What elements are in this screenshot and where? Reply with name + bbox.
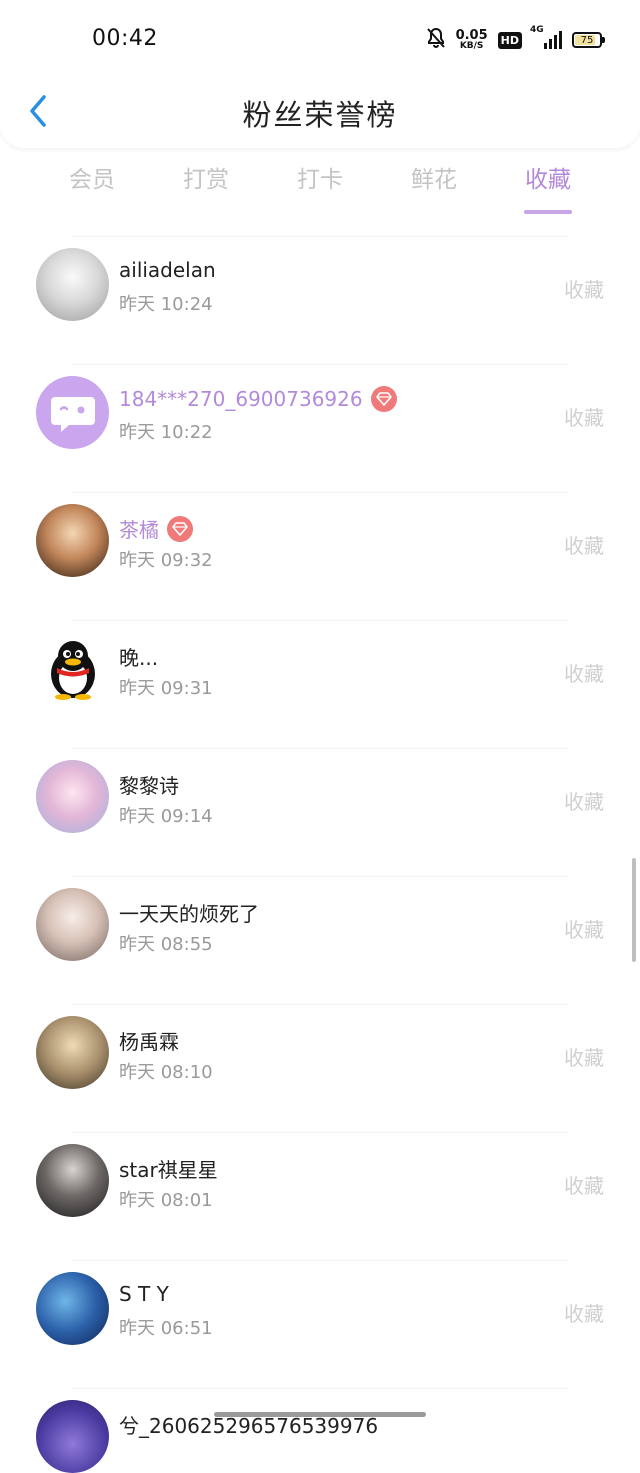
net-speed: 0.05 KB/S xyxy=(456,29,488,51)
signal-icon: 4G xyxy=(530,25,562,49)
list-item[interactable]: 184***270_6900736926 昨天 10:22 收藏 xyxy=(0,364,640,492)
fan-time: 昨天 09:32 xyxy=(119,550,213,571)
avatar[interactable] xyxy=(36,1272,109,1345)
battery-level: 75 xyxy=(580,34,594,46)
divider xyxy=(72,364,568,365)
list-item[interactable]: 兮_2606252965765399​76 xyxy=(0,1388,640,1473)
action-label: 收藏 xyxy=(564,918,604,942)
avatar[interactable] xyxy=(36,1016,109,1089)
fan-name: 184***270_6900736926 xyxy=(119,387,363,411)
divider xyxy=(72,620,568,621)
list-item[interactable]: star祺星星 昨天 08:01 收藏 xyxy=(0,1132,640,1260)
fan-time: 昨天 09:31 xyxy=(119,678,213,699)
chat-bubble-icon xyxy=(50,396,95,432)
divider xyxy=(72,748,568,749)
fan-time: 昨天 08:10 xyxy=(119,1062,213,1083)
fan-name: star祺星星 xyxy=(119,1158,218,1182)
status-time: 00:42 xyxy=(92,26,158,51)
fan-time: 昨天 06:51 xyxy=(119,1318,213,1339)
diamond-badge-icon xyxy=(370,386,397,412)
action-label: 收藏 xyxy=(564,790,604,814)
list-item[interactable]: 晚... 昨天 09:31 收藏 xyxy=(0,620,640,748)
battery-icon: 75 xyxy=(572,32,605,48)
penguin-icon xyxy=(50,640,95,700)
avatar[interactable] xyxy=(36,760,109,833)
network-type: 4G xyxy=(530,25,544,35)
action-label: 收藏 xyxy=(564,662,604,686)
list-item[interactable]: 杨禹霖 昨天 08:10 收藏 xyxy=(0,1004,640,1132)
list-item[interactable]: 黎黎诗 昨天 09:14 收藏 xyxy=(0,748,640,876)
header: 粉丝荣誉榜 xyxy=(0,68,640,148)
tab-reward[interactable]: 打赏 xyxy=(156,160,256,194)
divider xyxy=(72,492,568,493)
home-indicator[interactable] xyxy=(214,1412,426,1417)
action-label: 收藏 xyxy=(564,1174,604,1198)
avatar[interactable] xyxy=(36,888,109,961)
divider xyxy=(72,876,568,877)
action-label: 收藏 xyxy=(564,1302,604,1326)
divider xyxy=(72,1132,568,1133)
fan-time: 昨天 09:14 xyxy=(119,806,213,827)
fan-name: 茶橘 xyxy=(119,518,159,542)
active-tab-indicator xyxy=(524,210,572,214)
list-item[interactable]: 一天天的烦死了 昨天 08:55 收藏 xyxy=(0,876,640,1004)
page-title: 粉丝荣誉榜 xyxy=(242,98,398,132)
action-label: 收藏 xyxy=(564,534,604,558)
hd-badge: HD xyxy=(497,31,522,49)
fan-name: 杨禹霖 xyxy=(119,1030,179,1054)
fan-time: 昨天 10:24 xyxy=(119,294,213,315)
tab-checkin[interactable]: 打卡 xyxy=(270,160,370,194)
fan-time: 昨天 08:55 xyxy=(119,934,213,955)
action-label: 收藏 xyxy=(564,278,604,302)
mute-bell-icon xyxy=(426,27,446,53)
fan-name: ailiadelan xyxy=(119,258,216,282)
avatar[interactable] xyxy=(36,632,109,705)
tab-favorites[interactable]: 收藏 xyxy=(498,160,598,194)
fan-time: 昨天 10:22 xyxy=(119,422,213,443)
fan-name: 黎黎诗 xyxy=(119,774,179,798)
net-speed-unit: KB/S xyxy=(459,41,484,51)
action-label: 收藏 xyxy=(564,1046,604,1070)
fan-name: 一天天的烦死了 xyxy=(119,902,259,926)
status-icons: 0.05 KB/S HD 4G 75 xyxy=(426,25,605,54)
tab-member[interactable]: 会员 xyxy=(42,160,142,194)
avatar[interactable] xyxy=(36,1144,109,1217)
divider xyxy=(72,236,568,237)
list-item[interactable]: S T Y 昨天 06:51 收藏 xyxy=(0,1260,640,1388)
divider xyxy=(72,1388,568,1389)
diamond-badge-icon xyxy=(167,515,193,542)
scrollbar[interactable] xyxy=(632,858,636,962)
avatar[interactable] xyxy=(36,376,109,449)
list-item[interactable]: ailiadelan 昨天 10:24 收藏 xyxy=(0,236,640,364)
list-item[interactable]: 茶橘 昨天 09:32 收藏 xyxy=(0,492,640,620)
action-label: 收藏 xyxy=(564,406,604,430)
tab-bar: 会员 打赏 打卡 鲜花 收藏 xyxy=(0,160,640,220)
avatar[interactable] xyxy=(36,248,109,321)
fan-name: 晚... xyxy=(119,646,159,670)
tab-flowers[interactable]: 鲜花 xyxy=(384,160,484,194)
fan-time: 昨天 08:01 xyxy=(119,1190,213,1211)
divider xyxy=(72,1004,568,1005)
divider xyxy=(72,1260,568,1261)
fan-list: ailiadelan 昨天 10:24 收藏 184***270_6900736… xyxy=(0,236,640,1473)
fan-name: S T Y xyxy=(119,1282,169,1306)
avatar[interactable] xyxy=(36,504,109,577)
avatar[interactable] xyxy=(36,1400,109,1473)
